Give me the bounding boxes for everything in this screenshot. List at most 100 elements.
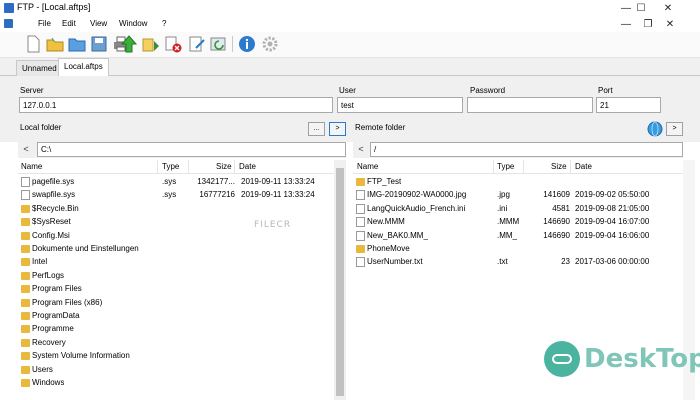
folder-icon xyxy=(21,285,30,294)
file-size: 146690 xyxy=(543,217,570,227)
tab-unnamed[interactable]: Unnamed xyxy=(16,60,63,76)
local-col-name[interactable]: Name xyxy=(21,162,42,171)
file-row[interactable]: New.MMM .MMM 146690 2019-09-04 16:07:00 xyxy=(353,216,683,229)
user-field[interactable]: test xyxy=(337,97,463,113)
file-name: swapfile.sys xyxy=(32,190,76,200)
folder-icon xyxy=(21,365,30,374)
file-size: 23 xyxy=(561,257,570,267)
port-field[interactable]: 21 xyxy=(596,97,661,113)
local-path-field[interactable]: C:\ xyxy=(37,142,346,157)
open-folder-icon[interactable] xyxy=(46,35,64,53)
save-icon[interactable] xyxy=(90,35,108,53)
toolbar xyxy=(0,32,700,58)
delete-icon[interactable] xyxy=(164,35,182,53)
file-name: LangQuickAudio_French.ini xyxy=(367,203,466,213)
center-watermark: FILECR xyxy=(254,220,292,230)
file-row[interactable]: Programme xyxy=(18,323,334,336)
maximize-button[interactable]: ☐ xyxy=(627,0,655,16)
remote-back-icon[interactable]: < xyxy=(353,142,369,157)
refresh-icon[interactable] xyxy=(210,35,228,53)
browse-local-button[interactable]: ... xyxy=(308,122,325,136)
go-remote-button[interactable]: > xyxy=(666,122,683,136)
file-size: 1342177... xyxy=(197,177,235,186)
rename-icon[interactable] xyxy=(188,35,206,53)
menu-bar: File Edit View Window ? — ❐ ✕ xyxy=(0,16,700,32)
port-label: Port xyxy=(598,86,613,95)
system-menu-icon[interactable] xyxy=(4,19,13,28)
file-row[interactable]: System Volume Information xyxy=(18,350,334,363)
file-name: System Volume Information xyxy=(32,351,130,361)
folder-icon xyxy=(21,231,30,240)
local-scroll-thumb[interactable] xyxy=(336,168,344,396)
menu-help[interactable]: ? xyxy=(162,19,166,28)
tab-local-aftps[interactable]: Local.aftps xyxy=(58,58,109,77)
column-divider xyxy=(523,160,524,174)
remote-folder-label: Remote folder xyxy=(355,123,406,132)
file-row[interactable]: UserNumber.txt .txt 23 2017-03-06 00:00:00 xyxy=(353,256,683,269)
password-field[interactable] xyxy=(467,97,593,113)
file-row[interactable]: Users xyxy=(18,364,334,377)
local-back-icon[interactable]: < xyxy=(18,142,34,157)
folder-icon xyxy=(21,204,30,213)
file-row[interactable]: New_BAK0.MM_ .MM_ 146690 2019-09-04 16:06:0… xyxy=(353,230,683,243)
file-icon xyxy=(356,190,365,201)
local-file-list[interactable]: Name Type Size Date pagefile.sys .sys 1342… xyxy=(18,160,334,400)
remote-col-size[interactable]: Size xyxy=(551,162,567,171)
file-row[interactable]: PerfLogs xyxy=(18,270,334,283)
file-name: Programme xyxy=(32,324,74,334)
download-icon[interactable] xyxy=(142,35,160,53)
local-col-type[interactable]: Type xyxy=(162,162,179,171)
file-row[interactable]: Config.Msi xyxy=(18,230,334,243)
local-col-size[interactable]: Size xyxy=(216,162,232,171)
info-icon[interactable] xyxy=(238,35,256,53)
close-button[interactable]: ✕ xyxy=(654,0,682,16)
file-row[interactable]: Program Files xyxy=(18,283,334,296)
file-date: 2019-09-08 21:05:00 xyxy=(575,203,650,213)
go-local-button[interactable]: > xyxy=(329,122,346,136)
file-name: Intel xyxy=(32,257,48,267)
file-name: New_BAK0.MM_ xyxy=(367,230,428,240)
remote-path-field[interactable]: / xyxy=(370,142,683,157)
menu-edit[interactable]: Edit xyxy=(62,19,76,28)
file-icon xyxy=(356,230,365,241)
remote-path-bar: < / xyxy=(353,142,683,158)
file-row[interactable]: LangQuickAudio_French.ini .ini 4581 2019-09… xyxy=(353,203,683,216)
local-scrollbar[interactable] xyxy=(334,160,346,400)
brand-watermark: DeskTop xyxy=(584,344,700,374)
mdi-close-button[interactable]: ✕ xyxy=(656,16,684,32)
file-row[interactable]: FTP_Test xyxy=(353,176,683,189)
file-row[interactable]: PhoneMove xyxy=(353,243,683,256)
file-row[interactable]: pagefile.sys .sys 1342177... 2019-09-11 13:… xyxy=(18,176,334,189)
file-row[interactable]: IMG-20190902-WA0000.jpg .jpg 141609 2019-09… xyxy=(353,189,683,202)
remote-col-name[interactable]: Name xyxy=(357,162,378,171)
folder-icon xyxy=(356,245,365,253)
file-name: Dokumente und Einstellungen xyxy=(32,244,139,253)
new-file-icon[interactable] xyxy=(24,35,42,53)
connect-globe-icon[interactable] xyxy=(647,121,663,137)
upload-icon[interactable] xyxy=(120,35,138,53)
server-field[interactable]: 127.0.0.1 xyxy=(19,97,333,113)
settings-icon[interactable] xyxy=(261,35,279,53)
file-row[interactable]: $Recycle.Bin xyxy=(18,203,334,216)
file-row[interactable]: swapfile.sys .sys 16777216 2019-09-11 13:33… xyxy=(18,189,334,202)
local-col-date[interactable]: Date xyxy=(239,162,256,171)
folder-icon xyxy=(21,312,30,320)
open-icon[interactable] xyxy=(68,35,86,53)
local-column-header: Name Type Size Date xyxy=(18,160,334,174)
menu-view[interactable]: View xyxy=(90,19,107,28)
file-row[interactable]: Recovery xyxy=(18,337,334,350)
file-name: $Recycle.Bin xyxy=(32,203,79,213)
file-row[interactable]: Windows xyxy=(18,377,334,390)
remote-col-type[interactable]: Type xyxy=(497,162,514,171)
file-row[interactable]: ProgramData xyxy=(18,310,334,323)
menu-window[interactable]: Window xyxy=(119,19,147,28)
file-row[interactable]: Program Files (x86) xyxy=(18,297,334,310)
remote-col-date[interactable]: Date xyxy=(575,162,592,171)
column-divider xyxy=(234,160,235,174)
file-row[interactable]: Dokumente und Einstellungen xyxy=(18,243,334,256)
local-path-bar: < C:\ xyxy=(18,142,346,158)
menu-file[interactable]: File xyxy=(38,19,51,28)
file-date: 2019-09-02 05:50:00 xyxy=(575,190,650,200)
file-row[interactable]: Intel xyxy=(18,256,334,269)
file-size: 141609 xyxy=(543,190,570,200)
